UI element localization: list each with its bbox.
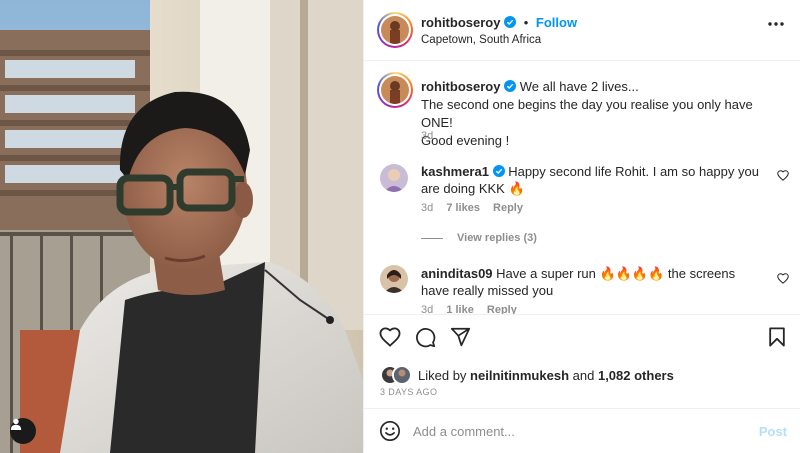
liked-by-user[interactable]: neilnitinmukesh (470, 368, 569, 383)
author-line: rohitboseroy • Follow (421, 15, 577, 30)
reply-button[interactable]: Reply (487, 304, 517, 314)
likes-count-link[interactable]: 1,082 others (598, 368, 674, 383)
fire-emoji: 🔥🔥🔥🔥 (599, 266, 665, 281)
post-header: rohitboseroy • Follow Capetown, South Af… (364, 0, 800, 61)
avatar-image (381, 16, 409, 44)
post-comment-button[interactable]: Post (759, 424, 787, 439)
comment-likes-count[interactable]: 1 like (446, 304, 474, 314)
comment-author[interactable]: aninditas09 (421, 266, 493, 281)
post-caption: rohitboseroy We all have 2 lives... The … (421, 78, 781, 150)
user-icon (10, 418, 22, 430)
replies-divider-line (421, 237, 443, 239)
heart-icon[interactable] (379, 327, 401, 347)
follow-button[interactable]: Follow (536, 15, 577, 30)
separator-dot: • (523, 15, 529, 30)
comments-list[interactable]: rohitboseroy We all have 2 lives... The … (364, 62, 800, 314)
add-comment-bar: Post (364, 408, 800, 453)
author-username[interactable]: rohitboseroy (421, 15, 500, 30)
reply-button[interactable]: Reply (493, 202, 523, 214)
more-horizontal-icon[interactable] (768, 22, 784, 26)
liked-by-and: and (572, 367, 595, 383)
avatar-image (380, 164, 408, 192)
selfie-image (0, 0, 363, 453)
caption-timestamp[interactable]: 3d (421, 130, 433, 142)
comment-timestamp[interactable]: 3d (421, 304, 433, 314)
comment-icon[interactable] (415, 327, 436, 348)
comment-1-text: kashmera1 Happy second life Rohit. I am … (421, 163, 761, 197)
paper-plane-icon[interactable] (450, 327, 471, 347)
view-replies-button[interactable]: View replies (3) (421, 232, 537, 244)
post-actions: Liked by neilnitinmukesh and 1,082 other… (364, 314, 800, 414)
caption-line-1: We all have 2 lives... (519, 79, 639, 94)
comment-timestamp[interactable]: 3d (421, 202, 433, 214)
commenter-avatar[interactable] (380, 164, 408, 192)
add-comment-input[interactable] (413, 419, 733, 443)
caption-line-2: The second one begins the day you realis… (421, 97, 753, 130)
liker-avatar (392, 365, 412, 385)
liked-by-text: Liked by neilnitinmukesh and 1,082 other… (418, 368, 674, 383)
avatar-image (394, 367, 410, 383)
caption-author-username[interactable]: rohitboseroy (421, 79, 500, 94)
author-avatar[interactable] (377, 12, 413, 48)
post-location[interactable]: Capetown, South Africa (421, 34, 541, 46)
comment-author[interactable]: kashmera1 (421, 164, 489, 179)
caption-line-3: Good evening ! (421, 133, 510, 148)
avatar-image (381, 76, 409, 104)
avatar-image (380, 265, 408, 293)
likes-summary: Liked by neilnitinmukesh and 1,082 other… (380, 365, 674, 385)
fire-emoji: 🔥 (508, 181, 525, 196)
post-details-panel: rohitboseroy • Follow Capetown, South Af… (363, 0, 800, 453)
post-date[interactable]: 3 DAYS AGO (380, 387, 437, 397)
comment-2-meta: 3d 1 like Reply (421, 304, 527, 314)
comment-likes-count[interactable]: 7 likes (446, 202, 480, 214)
emoji-icon[interactable] (379, 420, 401, 442)
comment-2-text: aninditas09 Have a super run 🔥🔥🔥🔥 the sc… (421, 265, 761, 299)
comment-1-meta: 3d 7 likes Reply (421, 202, 533, 214)
post-photo[interactable] (0, 0, 363, 453)
tagged-people-button[interactable] (10, 418, 36, 444)
verified-badge-icon (504, 16, 517, 28)
comment-like-heart-icon[interactable] (777, 273, 789, 284)
comment-body: Have a super run (496, 266, 596, 281)
verified-badge-icon (492, 165, 505, 177)
view-replies-label: View replies (3) (457, 232, 537, 244)
liker-avatars[interactable] (380, 365, 412, 385)
bookmark-icon[interactable] (768, 327, 786, 347)
caption-author-avatar[interactable] (377, 72, 413, 108)
comment-like-heart-icon[interactable] (777, 170, 789, 181)
commenter-avatar[interactable] (380, 265, 408, 293)
verified-badge-icon (504, 80, 517, 92)
instagram-post-viewer: rohitboseroy • Follow Capetown, South Af… (0, 0, 800, 453)
liked-by-prefix: Liked by (418, 367, 467, 383)
